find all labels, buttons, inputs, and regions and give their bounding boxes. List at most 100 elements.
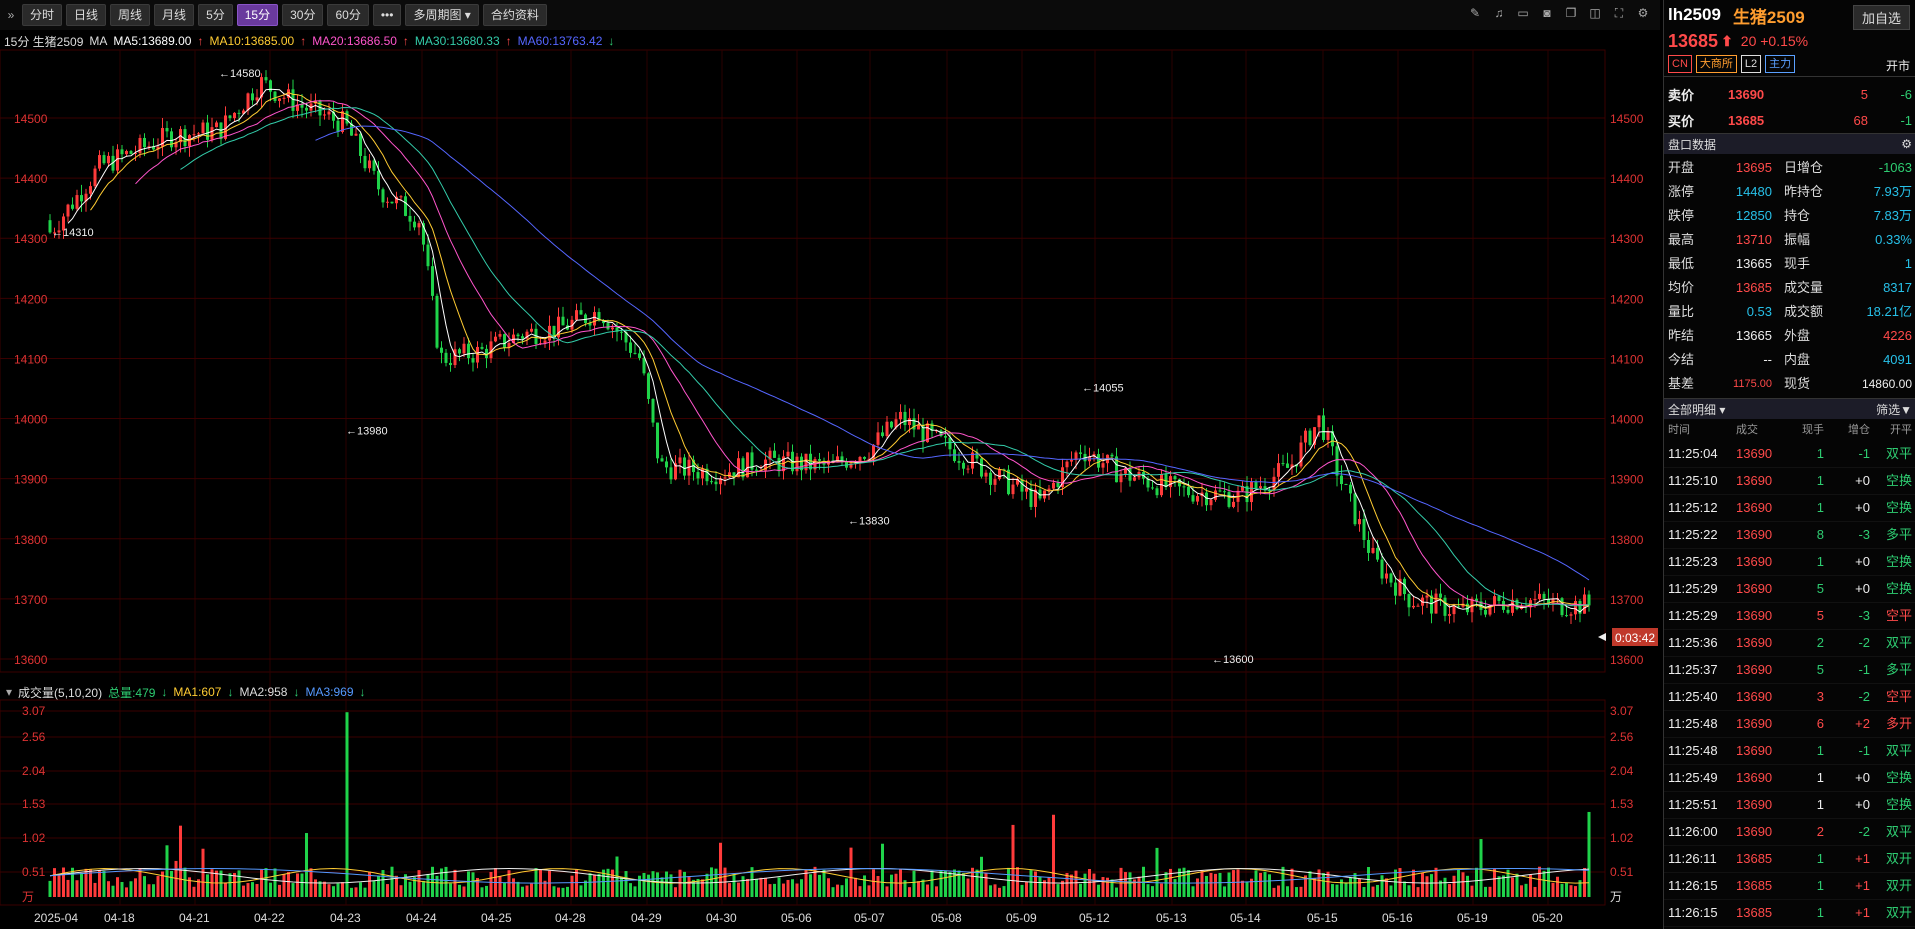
- volume-bar: [206, 874, 209, 897]
- market-status: 开市: [1885, 59, 1910, 73]
- detail-row[interactable]: 11:25:51 13690 1 +0 空换: [1664, 792, 1915, 819]
- period-button[interactable]: 5分: [198, 4, 233, 26]
- candle-body: [611, 327, 614, 330]
- candle-body: [1475, 598, 1478, 602]
- trade-details[interactable]: 11:25:04 13690 1 -1 双平 11:25:10 13690 1 +0 空换 11:2…: [1664, 441, 1915, 927]
- stats-title: 盘口数据: [1668, 137, 1717, 152]
- layers-icon[interactable]: ❐: [1564, 6, 1578, 20]
- detail-row[interactable]: 11:25:12 13690 1 +0 空换: [1664, 495, 1915, 522]
- candle-body: [174, 142, 178, 148]
- detail-row[interactable]: 11:25:49 13690 1 +0 空换: [1664, 765, 1915, 792]
- contract-tag: L2: [1740, 55, 1762, 73]
- candle-body: [309, 103, 313, 111]
- detail-title[interactable]: 全部明细: [1668, 403, 1716, 417]
- volume-bar: [593, 874, 596, 897]
- settings-icon[interactable]: ⚙: [1901, 137, 1912, 151]
- candle-body: [1542, 593, 1546, 599]
- detail-price: 13690: [1736, 500, 1773, 515]
- candle-body: [1533, 598, 1537, 601]
- candle-body: [692, 459, 695, 473]
- candle-body: [584, 314, 587, 324]
- candle-body: [1515, 599, 1519, 609]
- detail-row[interactable]: 11:25:37 13690 5 -1 多平: [1664, 657, 1915, 684]
- volume-bar: [543, 880, 547, 897]
- volume-bar: [300, 873, 304, 897]
- period-button[interactable]: 周线: [110, 4, 151, 26]
- detail-row[interactable]: 11:25:40 13690 3 -2 空平: [1664, 684, 1915, 711]
- period-button[interactable]: 60分: [327, 4, 369, 26]
- candle-body: [1457, 606, 1460, 608]
- volume-bar: [1119, 867, 1123, 897]
- stats-header: 盘口数据 ⚙: [1664, 133, 1915, 154]
- volume-bar: [341, 882, 344, 897]
- candle-body: [1182, 486, 1186, 488]
- camera-icon[interactable]: ◙: [1540, 6, 1554, 20]
- volume-bar: [1569, 885, 1573, 897]
- window-icon[interactable]: ◫: [1588, 6, 1602, 20]
- detail-row[interactable]: 11:25:04 13690 1 -1 双平: [1664, 441, 1915, 468]
- detail-row[interactable]: 11:25:48 13690 6 +2 多开: [1664, 711, 1915, 738]
- stat-label: 现手: [1784, 256, 1811, 271]
- period-button[interactable]: 30分: [282, 4, 324, 26]
- date-axis-label: 05-13: [1156, 911, 1187, 925]
- volume-bar: [1362, 887, 1366, 897]
- period-button[interactable]: 分时: [22, 4, 63, 26]
- period-button[interactable]: 月线: [154, 4, 195, 26]
- volume-bar: [1497, 876, 1501, 897]
- volume-bar: [1106, 877, 1109, 897]
- candle-body: [1056, 482, 1060, 488]
- stats-grid: 开盘 13695 日增仓 -1063 涨停 14480 昨持仓 7.93万 跌停 12850 持仓 7…: [1664, 154, 1915, 398]
- price-axis-label-right: 14400: [1610, 172, 1644, 186]
- more-button[interactable]: •••: [372, 4, 402, 26]
- period-button[interactable]: 15分: [236, 4, 279, 26]
- candle-body: [845, 461, 848, 468]
- detail-row[interactable]: 11:26:11 13685 1 +1 双开: [1664, 846, 1915, 873]
- volume-bar: [1286, 886, 1289, 897]
- detail-volume: 5: [1816, 608, 1824, 623]
- stat-label: 昨结: [1668, 328, 1695, 343]
- detail-row[interactable]: 11:26:00 13690 2 -2 双平: [1664, 819, 1915, 846]
- volume-bar: [755, 878, 758, 897]
- collapse-icon[interactable]: ▾: [6, 685, 12, 699]
- candle-body: [449, 362, 452, 366]
- volume-bar: [1457, 869, 1460, 897]
- volume-bar: [710, 867, 713, 897]
- detail-row[interactable]: 11:25:29 13690 5 -3 空平: [1664, 603, 1915, 630]
- detail-row[interactable]: 11:25:23 13690 1 +0 空换: [1664, 549, 1915, 576]
- volume-bar: [993, 884, 997, 897]
- volume-bar: [1025, 881, 1028, 897]
- detail-type: 空换: [1885, 581, 1912, 596]
- candle-body: [386, 201, 389, 203]
- volume-bar: [1245, 881, 1249, 897]
- kline-chart[interactable]: 14500 14500 14400 14400 14300 14300 14200 14200…: [0, 0, 1660, 929]
- caret-down-icon[interactable]: ▾: [1719, 403, 1725, 417]
- detail-row[interactable]: 11:26:15 13685 1 +1 双开: [1664, 900, 1915, 927]
- up-arrow-icon: ↑: [300, 34, 307, 48]
- contract-info-button[interactable]: 合约资料: [482, 4, 547, 26]
- detail-row[interactable]: 11:25:48 13690 1 -1 双平: [1664, 738, 1915, 765]
- order-book: 卖价 13690 5 -6 买价 13685 68 -1: [1664, 76, 1915, 133]
- add-watchlist-button[interactable]: 加自选: [1852, 5, 1910, 30]
- detail-row[interactable]: 11:25:29 13690 5 +0 空换: [1664, 576, 1915, 603]
- period-button[interactable]: 日线: [66, 4, 107, 26]
- detail-row[interactable]: 11:25:10 13690 1 +0 空换: [1664, 468, 1915, 495]
- multi-period-dropdown[interactable]: 多周期图 ▾: [405, 4, 479, 26]
- bell-icon[interactable]: ♫: [1492, 6, 1506, 20]
- volume-bar: [116, 877, 119, 897]
- fullscreen-icon[interactable]: ⛶: [1612, 6, 1626, 20]
- candle-body: [993, 479, 997, 485]
- double-chevron-right-icon[interactable]: »: [4, 8, 18, 22]
- detail-row[interactable]: 11:25:36 13690 2 -2 双平: [1664, 630, 1915, 657]
- settings-icon[interactable]: ⚙: [1636, 6, 1650, 20]
- candle-body: [530, 328, 533, 332]
- filter-icon[interactable]: ▼: [1900, 403, 1912, 417]
- candle-body: [192, 134, 196, 136]
- filter-label[interactable]: 筛选: [1876, 403, 1900, 417]
- candle-body: [102, 155, 106, 164]
- pen-icon[interactable]: ✎: [1468, 6, 1482, 20]
- trash-icon[interactable]: ▭: [1516, 6, 1530, 20]
- price-annotation: ←14055: [1082, 382, 1124, 394]
- detail-row[interactable]: 11:25:22 13690 8 -3 多平: [1664, 522, 1915, 549]
- detail-row[interactable]: 11:26:15 13685 1 +1 双开: [1664, 873, 1915, 900]
- candle-body: [818, 459, 821, 461]
